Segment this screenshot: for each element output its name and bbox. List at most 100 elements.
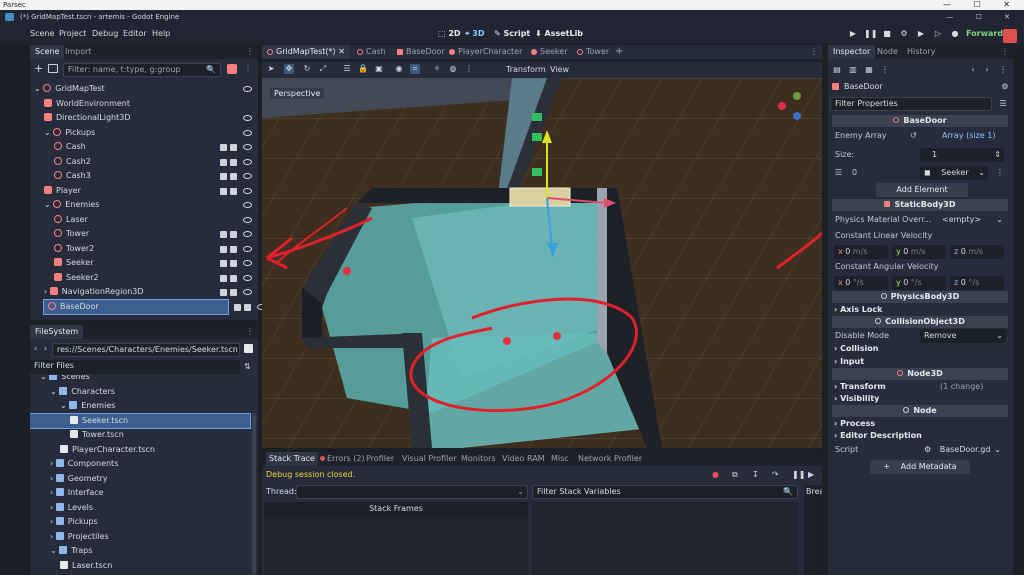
list-select-icon[interactable]: ☰ [342, 64, 352, 74]
filesystem-item[interactable]: ⌄ Scenes [30, 375, 250, 384]
scene-tab-basedoor[interactable]: BaseDoor [392, 45, 450, 59]
scene-tree-item[interactable]: ⌄ Pickups [30, 126, 258, 140]
array-element-menu-icon[interactable]: ⋮ [996, 166, 1004, 180]
scene-instance-icon[interactable] [220, 274, 227, 282]
filesystem-item[interactable]: ⌄ Traps [30, 544, 250, 558]
visibility-icon[interactable] [243, 115, 252, 121]
scene-filter-input[interactable]: Filter: name, t:type, g:group 🔍 [63, 63, 221, 77]
rotate-mode-icon[interactable]: ↻ [302, 64, 312, 74]
scene-instance-icon[interactable] [220, 144, 227, 151]
more-icon[interactable]: ⋮ [464, 64, 474, 74]
chevron-icon[interactable]: › [50, 503, 56, 512]
movie-icon[interactable]: ● [949, 28, 961, 40]
chevron-down-icon[interactable]: › [44, 287, 50, 296]
play-scene-icon[interactable]: ▶ [915, 28, 927, 40]
script-icon[interactable] [230, 187, 237, 195]
step-over-icon[interactable]: ↷ [772, 470, 779, 479]
chevron-icon[interactable]: › [50, 474, 56, 483]
tab-import[interactable]: Import [60, 45, 97, 59]
scene-tab-tower[interactable]: Tower [572, 45, 614, 59]
break-icon[interactable]: ❚❚ [792, 470, 805, 479]
angular-velocity-x[interactable]: x 0 °/s [834, 276, 888, 290]
chevron-icon[interactable]: ⌄ [40, 375, 49, 381]
snap-icon[interactable]: ⌗ [410, 64, 420, 74]
scene-instance-icon[interactable] [220, 231, 227, 238]
object-properties-icon[interactable]: ⚙ [1000, 82, 1010, 92]
chevron-icon[interactable]: ⌄ [50, 387, 59, 396]
tab-history[interactable]: History [902, 45, 940, 59]
filesystem-item[interactable]: ⌄ Characters [30, 385, 250, 399]
scene-tree-item[interactable]: Laser [30, 213, 258, 227]
main-screen-assetlib[interactable]: ⬇ AssetLib [535, 27, 583, 41]
filesystem-item[interactable]: Laser.tscn [30, 559, 250, 573]
environment-icon[interactable]: ◍ [448, 64, 458, 74]
menu-editor[interactable]: Editor [123, 24, 147, 44]
filesystem-item[interactable]: PlayerCharacter.tscn [30, 443, 250, 457]
main-screen-script[interactable]: ✎ Script [494, 27, 530, 41]
link-icon[interactable] [48, 64, 58, 73]
drag-handle-icon[interactable]: ☰ [835, 166, 842, 180]
scene-instance-icon[interactable] [220, 173, 227, 180]
scale-mode-icon[interactable]: ⤢ [318, 64, 328, 74]
menu-project[interactable]: Project [59, 24, 86, 44]
chevron-icon[interactable]: ⌄ [50, 546, 59, 555]
lock-icon[interactable]: 🔒 [358, 64, 368, 74]
scene-tree-item[interactable]: Cash2 [30, 155, 258, 169]
window-controls[interactable]: — ☐ ✕ [946, 10, 1020, 24]
scene-tabs-menu-icon[interactable]: ⋮ [810, 47, 818, 56]
tab-stack-trace[interactable]: Stack Trace [266, 452, 318, 466]
scene-instance-icon[interactable] [220, 187, 227, 195]
linear-velocity-x[interactable]: x 0 m/s [834, 245, 888, 259]
physics-material-value[interactable]: <empty> ⌄ [938, 213, 1006, 227]
breakpoint-icon[interactable]: ● [712, 470, 719, 479]
save-resource-icon[interactable]: ▦ [864, 65, 874, 75]
group-transform[interactable]: › Transform [834, 381, 886, 393]
group-editor-description[interactable]: › Editor Description [834, 430, 922, 442]
visibility-icon[interactable] [243, 158, 252, 165]
array-element-value[interactable]: ◼ Seeker ⌄ [920, 166, 988, 180]
group-collision[interactable]: › Collision [834, 343, 878, 355]
filesystem-path-input[interactable]: res://Scenes/Characters/Enemies/Seeker.t… [52, 343, 240, 357]
select-mode-icon[interactable]: ➤ [266, 64, 276, 74]
scene-tree-item[interactable]: DirectionalLight3D [30, 111, 258, 125]
filesystem-item[interactable]: › Pickups [30, 515, 250, 529]
script-icon[interactable] [230, 260, 237, 267]
scene-tab-seeker[interactable]: Seeker [526, 45, 572, 59]
visibility-icon[interactable] [243, 231, 252, 237]
3d-viewport[interactable]: Perspective [262, 78, 822, 448]
new-tab-button[interactable]: + [610, 45, 628, 59]
script-icon[interactable] [230, 231, 237, 238]
group-process[interactable]: › Process [834, 418, 875, 430]
tab-profiler[interactable]: Profiler [366, 452, 394, 466]
main-screen-2d[interactable]: ⬚ 2D [438, 27, 461, 41]
scene-menu-icon[interactable]: ⋮ [244, 63, 252, 72]
tab-inspector[interactable]: Inspector [828, 45, 876, 59]
copy-icon[interactable]: ⧉ [732, 470, 738, 480]
move-mode-icon[interactable]: ✥ [284, 64, 294, 74]
script-icon[interactable] [230, 173, 237, 180]
scene-instance-icon[interactable] [220, 158, 227, 166]
filesystem-item[interactable]: › Geometry [30, 472, 250, 486]
menu-debug[interactable]: Debug [92, 24, 118, 44]
scene-tree-item[interactable]: Tower [30, 227, 258, 241]
visibility-icon[interactable] [243, 216, 252, 223]
scene-tree-item[interactable]: Player [30, 184, 258, 198]
filesystem-item[interactable]: › Interface [30, 486, 250, 500]
scene-tree-item[interactable]: ⌄ Enemies [30, 198, 258, 212]
step-into-icon[interactable]: ↧ [752, 470, 759, 479]
script-icon[interactable] [230, 245, 237, 253]
menu-scene[interactable]: Scene [30, 24, 54, 44]
tab-video-ram[interactable]: Video RAM [502, 452, 545, 466]
group-axis-lock[interactable]: › Axis Lock [834, 304, 882, 316]
group-visibility[interactable]: › Visibility [834, 393, 879, 405]
visibility-icon[interactable] [243, 144, 252, 150]
filesystem-scrollbar[interactable] [252, 413, 256, 575]
tab-misc[interactable]: Misc [551, 452, 569, 466]
visibility-icon[interactable] [243, 274, 252, 281]
filesystem-item[interactable]: ⌄ Enemies [30, 399, 250, 413]
linear-velocity-z[interactable]: z 0 m/s [950, 245, 1004, 259]
filter-properties-input[interactable]: Filter Properties [830, 97, 992, 111]
scene-tree-item[interactable]: Seeker2 [30, 271, 258, 285]
thread-select[interactable]: ⌄ [296, 485, 528, 499]
history-menu-icon[interactable]: ⋮ [998, 65, 1008, 75]
